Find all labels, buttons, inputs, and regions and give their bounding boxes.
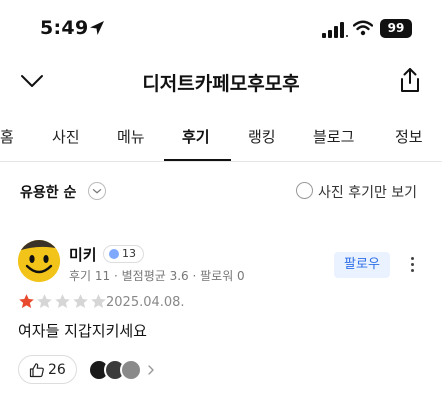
avatar[interactable] (18, 240, 60, 282)
more-options-icon[interactable] (405, 252, 419, 276)
level-icon (109, 249, 119, 259)
tab-menu[interactable]: 메뉴 (117, 126, 145, 147)
review-text: 여자들 지갑지키세요 (18, 322, 147, 340)
top-app-bar: 디저트카페모후모후 (0, 58, 442, 106)
star-empty-icon (73, 294, 88, 308)
tab-reviews[interactable]: 후기 (182, 126, 210, 147)
status-bar: 5:49 99 (0, 0, 442, 58)
location-arrow-icon (90, 21, 104, 35)
follow-button[interactable]: 팔로우 (334, 252, 390, 278)
level-value: 13 (122, 247, 136, 260)
reviewer-name[interactable]: 미키 (69, 244, 97, 265)
tab-bar: 홈 사진 메뉴 후기 랭킹 블로그 정보 (0, 114, 442, 162)
star-filled-icon (19, 294, 34, 308)
page-title: 디저트카페모후모후 (142, 73, 300, 95)
tab-photos[interactable]: 사진 (52, 126, 80, 147)
photo-only-label[interactable]: 사진 후기만 보기 (318, 182, 417, 202)
like-count: 26 (48, 361, 66, 378)
tab-home[interactable]: 홈 (0, 126, 14, 147)
tab-info[interactable]: 정보 (395, 126, 423, 147)
status-time: 5:49 (40, 17, 89, 39)
wifi-icon (353, 20, 373, 36)
thumbs-up-icon (29, 362, 44, 377)
star-empty-icon (37, 294, 52, 308)
chevron-right-icon (148, 365, 154, 375)
reviewer-stats: 후기 11 · 별점평균 3.6 · 팔로워 0 (69, 269, 245, 283)
reactor-avatar (120, 359, 142, 381)
photo-only-checkbox[interactable] (296, 182, 313, 199)
level-badge: 13 (103, 245, 144, 263)
smiley-avatar-icon (18, 240, 60, 282)
tab-ranking[interactable]: 랭킹 (248, 126, 276, 147)
sort-dropdown-label[interactable]: 유용한 순 (20, 182, 76, 202)
star-rating (18, 293, 107, 311)
star-empty-icon (55, 294, 70, 308)
filter-row: 유용한 순 사진 후기만 보기 (0, 162, 442, 218)
reactor-avatars[interactable] (88, 358, 156, 382)
star-empty-icon (91, 294, 106, 308)
chevron-down-icon[interactable] (88, 182, 106, 200)
like-button[interactable]: 26 (18, 355, 77, 384)
review-date: 2025.04.08. (106, 295, 185, 310)
battery-icon: 99 (380, 19, 412, 38)
signal-icon (322, 22, 348, 38)
active-tab-indicator (164, 159, 231, 161)
share-icon[interactable] (398, 66, 422, 94)
tab-blog[interactable]: 블로그 (313, 126, 354, 147)
